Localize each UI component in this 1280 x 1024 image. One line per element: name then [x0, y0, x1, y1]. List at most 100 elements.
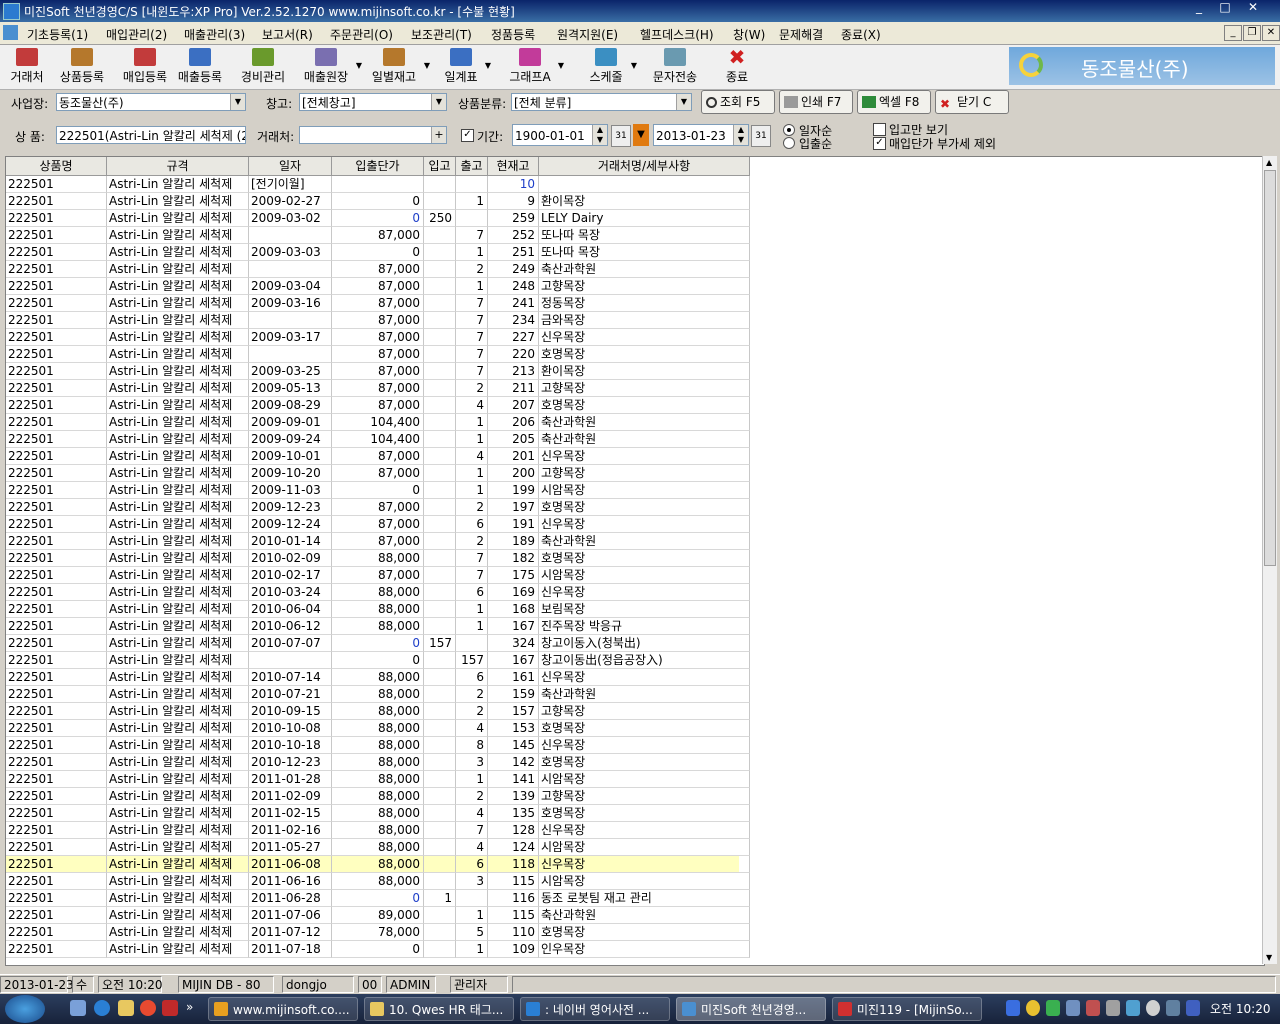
dropdown-arrow-icon[interactable]: ▼ [424, 61, 430, 70]
scroll-thumb[interactable] [1264, 170, 1276, 566]
task-folder[interactable]: 10. Qwes HR 태그... [364, 997, 514, 1021]
column-header[interactable]: 거래처명/세부사항 [539, 157, 750, 176]
menu-orders[interactable]: 주문관리(O) [330, 26, 393, 43]
table-row[interactable]: 222501 Astri-Lin 알칼리 세척제 2011-02-09 88,000 2… [6, 788, 750, 805]
menu-aux[interactable]: 보조관리(T) [411, 26, 472, 43]
table-row[interactable]: 222501 Astri-Lin 알칼리 세척제 2009-03-02 0 250 259… [6, 210, 750, 227]
spin-icon[interactable]: ▲ ▼ [592, 125, 607, 145]
table-row[interactable]: 222501 Astri-Lin 알칼리 세척제 2011-06-28 0 1 116 동조… [6, 890, 750, 907]
menu-reports[interactable]: 보고서(R) [262, 26, 313, 43]
table-row[interactable]: 222501 Astri-Lin 알칼리 세척제 87,000 7 220 호명목장 [6, 346, 750, 363]
table-row[interactable]: 222501 Astri-Lin 알칼리 세척제 2009-09-01 104,400… [6, 414, 750, 431]
pdf-icon[interactable] [162, 1000, 178, 1016]
table-row[interactable]: 222501 Astri-Lin 알칼리 세척제 2009-03-17 87,000 7… [6, 329, 750, 346]
plus-icon[interactable]: + [431, 127, 446, 143]
toolbar-daily-stock-button[interactable]: 일별재고 ▼ [368, 47, 430, 87]
tray-icon[interactable] [1166, 1000, 1180, 1016]
arrow-down-icon[interactable]: ▼ [633, 124, 649, 146]
period-checkbox[interactable]: ✓ [461, 129, 474, 142]
network-icon[interactable] [1126, 1000, 1140, 1016]
column-header[interactable]: 입출단가 [332, 157, 424, 176]
toolbar-graph-button[interactable]: 그래프A ▼ [506, 47, 564, 87]
table-row[interactable]: 222501 Astri-Lin 알칼리 세척제 2009-09-24 104,400… [6, 431, 750, 448]
tray-icon[interactable] [1086, 1000, 1100, 1016]
chrome-icon[interactable] [140, 1000, 156, 1016]
table-row[interactable]: 222501 Astri-Lin 알칼리 세척제 2009-12-24 87,000 6… [6, 516, 750, 533]
table-row[interactable]: 222501 Astri-Lin 알칼리 세척제 2011-06-16 88,000 3… [6, 873, 750, 890]
menu-helpdesk[interactable]: 헬프데스크(H) [640, 26, 714, 43]
toolbar-sms-button[interactable]: 문자전송 [649, 47, 701, 87]
column-header[interactable]: 출고 [456, 157, 488, 176]
table-row[interactable]: 222501 Astri-Lin 알칼리 세척제 2011-02-16 88,000 7… [6, 822, 750, 839]
shield-icon[interactable] [1046, 1000, 1060, 1016]
client-input[interactable]: + [299, 126, 447, 144]
calendar-from-icon[interactable]: 31 [611, 125, 631, 147]
quicklaunch-app-icon[interactable] [70, 1000, 86, 1016]
site-select[interactable]: 동조물산(주) ▼ [56, 93, 246, 111]
column-header[interactable]: 상품명 [6, 157, 107, 176]
menu-sales[interactable]: 매출관리(3) [184, 26, 245, 43]
table-row[interactable]: 222501 Astri-Lin 알칼리 세척제 2010-12-23 88,000 3… [6, 754, 750, 771]
toolbar-exit-button[interactable]: ✖ 종료 [722, 47, 752, 87]
table-row[interactable]: 222501 Astri-Lin 알칼리 세척제 2009-02-27 0 1 9 환이목장 [6, 193, 750, 210]
warehouse-select[interactable]: [전체창고] ▼ [299, 93, 447, 111]
menu-remote-support[interactable]: 원격지원(E) [557, 26, 618, 43]
minimize-button[interactable]: _ [1186, 0, 1212, 18]
column-header[interactable]: 일자 [249, 157, 332, 176]
table-row[interactable]: 222501 Astri-Lin 알칼리 세척제 2009-08-29 87,000 4… [6, 397, 750, 414]
menu-purchase[interactable]: 매입관리(2) [106, 26, 167, 43]
table-row[interactable]: 222501 Astri-Lin 알칼리 세척제 2010-02-09 88,000 7… [6, 550, 750, 567]
dropdown-arrow-icon[interactable]: ▼ [485, 61, 491, 70]
table-row[interactable]: 222501 Astri-Lin 알칼리 세척제 [전기이월] 10 [6, 176, 750, 193]
date-to-input[interactable]: 2013-01-23 ▲ ▼ [653, 124, 749, 146]
menu-window[interactable]: 창(W) [733, 26, 765, 43]
table-row[interactable]: 222501 Astri-Lin 알칼리 세척제 0 157 167 창고이동出(정읍공장… [6, 652, 750, 669]
close-window-button[interactable]: ✕ [1240, 0, 1266, 18]
exclude-vat-checkbox[interactable]: ✓ [873, 137, 886, 150]
toolbar-daily-report-button[interactable]: 일계표 ▼ [441, 47, 491, 87]
table-row[interactable]: 222501 Astri-Lin 알칼리 세척제 2010-10-18 88,000 8… [6, 737, 750, 754]
table-row[interactable]: 222501 Astri-Lin 알칼리 세척제 87,000 7 234 금와목장 [6, 312, 750, 329]
menu-troubleshoot[interactable]: 문제해결 [779, 26, 823, 43]
toolbar-sales-ledger-button[interactable]: 매출원장 ▼ [300, 47, 362, 87]
folder-icon[interactable] [118, 1000, 134, 1016]
tray-icon[interactable] [1186, 1000, 1200, 1016]
scroll-up-icon[interactable]: ▲ [1266, 158, 1272, 167]
spin-icon[interactable]: ▲ ▼ [733, 125, 748, 145]
table-row[interactable]: 222501 Astri-Lin 알칼리 세척제 2009-03-25 87,000 7… [6, 363, 750, 380]
table-row[interactable]: 222501 Astri-Lin 알칼리 세척제 2009-10-20 87,000 1… [6, 465, 750, 482]
toolbar-sales-button[interactable]: 매출등록 [173, 47, 227, 87]
close-button[interactable]: ✖ 닫기 C [935, 90, 1009, 114]
more-icon[interactable]: » [186, 1000, 202, 1016]
table-row[interactable]: 222501 Astri-Lin 알칼리 세척제 2010-03-24 88,000 6… [6, 584, 750, 601]
table-row[interactable]: 222501 Astri-Lin 알칼리 세척제 2010-06-12 88,000 1… [6, 618, 750, 635]
mdi-restore-button[interactable]: ❐ [1243, 25, 1261, 41]
calendar-to-icon[interactable]: 31 [751, 125, 771, 147]
search-button[interactable]: 조회 F5 [701, 90, 775, 114]
table-row[interactable]: 222501 Astri-Lin 알칼리 세척제 2011-07-18 0 1 109 인우… [6, 941, 750, 958]
excel-button[interactable]: 엑셀 F8 [857, 90, 931, 114]
only-in-checkbox[interactable] [873, 123, 886, 136]
tray-icon[interactable] [1026, 1000, 1040, 1016]
table-row[interactable]: 222501 Astri-Lin 알칼리 세척제 2009-12-23 87,000 2… [6, 499, 750, 516]
menu-exit[interactable]: 종료(X) [841, 26, 881, 43]
toolbar-schedule-button[interactable]: 스케줄 ▼ [585, 47, 637, 87]
table-row[interactable]: 222501 Astri-Lin 알칼리 세척제 2011-07-12 78,000 5… [6, 924, 750, 941]
print-button[interactable]: 인쇄 F7 [779, 90, 853, 114]
task-browser-mijinsoft[interactable]: www.mijinsoft.co.... [208, 997, 358, 1021]
table-row[interactable]: 222501 Astri-Lin 알칼리 세척제 2011-01-28 88,000 1… [6, 771, 750, 788]
table-row[interactable]: 222501 Astri-Lin 알칼리 세척제 2010-07-21 88,000 2… [6, 686, 750, 703]
table-row[interactable]: 222501 Astri-Lin 알칼리 세척제 2010-01-14 87,000 2… [6, 533, 750, 550]
category-select[interactable]: [전체 분류] ▼ [511, 93, 692, 111]
tray-icon[interactable] [1066, 1000, 1080, 1016]
tray-icon[interactable] [1006, 1000, 1020, 1016]
sort-date-radio[interactable] [783, 124, 795, 136]
mdi-minimize-button[interactable]: _ [1224, 25, 1242, 41]
tray-icon[interactable] [1146, 1000, 1160, 1016]
menu-basic-registration[interactable]: 기초등록(1) [27, 26, 88, 43]
app-menu-icon[interactable] [3, 25, 18, 40]
table-row[interactable]: 222501 Astri-Lin 알칼리 세척제 87,000 2 249 축산과학원 [6, 261, 750, 278]
maximize-button[interactable]: □ [1212, 0, 1238, 18]
column-header[interactable]: 규격 [107, 157, 249, 176]
table-row[interactable]: 222501 Astri-Lin 알칼리 세척제 2009-11-03 0 1 199 시암… [6, 482, 750, 499]
